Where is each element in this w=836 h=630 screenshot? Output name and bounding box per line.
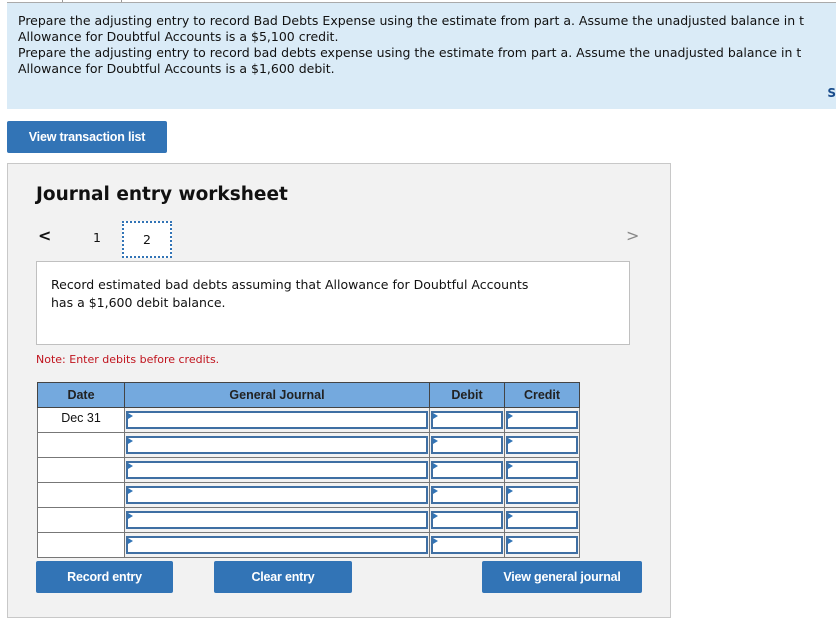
prompt-line: Allowance for Doubtful Accounts is a $5,…: [18, 29, 339, 44]
account-input[interactable]: [126, 536, 428, 554]
date-cell: [37, 482, 125, 508]
credit-input[interactable]: [506, 536, 578, 554]
debit-input[interactable]: [431, 486, 503, 504]
journal-entry-worksheet: Journal entry worksheet < 1 2 > Record e…: [7, 163, 671, 618]
table-row: [37, 457, 580, 483]
credit-input[interactable]: [506, 411, 578, 429]
description-line: Record estimated bad debts assuming that…: [51, 277, 529, 292]
step-tab-1[interactable]: 1: [93, 230, 101, 245]
chevron-right-icon[interactable]: >: [626, 226, 639, 245]
record-entry-button[interactable]: Record entry: [36, 561, 173, 593]
debit-cell: [429, 482, 505, 508]
debit-input[interactable]: [431, 461, 503, 479]
journal-table: Date General Journal Debit Credit Dec 31: [37, 382, 580, 558]
debit-cell: [429, 407, 505, 433]
account-cell: [124, 482, 430, 508]
credit-cell: [504, 532, 580, 558]
header-general-journal: General Journal: [124, 382, 430, 408]
credit-input[interactable]: [506, 461, 578, 479]
account-input[interactable]: [126, 411, 428, 429]
date-cell: [37, 507, 125, 533]
account-input[interactable]: [126, 436, 428, 454]
view-general-journal-button[interactable]: View general journal: [482, 561, 642, 593]
step-tab-2[interactable]: 2: [122, 221, 172, 258]
account-cell: [124, 532, 430, 558]
debit-cell: [429, 432, 505, 458]
table-row: [37, 432, 580, 458]
debit-input[interactable]: [431, 436, 503, 454]
debit-cell: [429, 532, 505, 558]
prompt-line: Allowance for Doubtful Accounts is a $1,…: [18, 61, 335, 76]
worksheet-title: Journal entry worksheet: [36, 184, 288, 205]
prompt-line: Prepare the adjusting entry to record Ba…: [18, 13, 805, 28]
header-credit: Credit: [504, 382, 580, 408]
credit-input[interactable]: [506, 511, 578, 529]
debit-cell: [429, 457, 505, 483]
header-date: Date: [37, 382, 125, 408]
debit-input[interactable]: [431, 511, 503, 529]
question-prompt: Prepare the adjusting entry to record Ba…: [7, 2, 836, 109]
debit-input[interactable]: [431, 536, 503, 554]
account-cell: [124, 432, 430, 458]
credit-cell: [504, 507, 580, 533]
credit-cell: [504, 432, 580, 458]
account-cell: [124, 507, 430, 533]
credit-cell: [504, 407, 580, 433]
credit-cell: [504, 482, 580, 508]
entry-description: Record estimated bad debts assuming that…: [36, 261, 630, 345]
entry-note: Note: Enter debits before credits.: [36, 353, 220, 366]
credit-input[interactable]: [506, 486, 578, 504]
debit-input[interactable]: [431, 411, 503, 429]
account-input[interactable]: [126, 511, 428, 529]
date-cell: Dec 31: [37, 407, 125, 433]
clipped-link[interactable]: S: [827, 86, 836, 100]
credit-cell: [504, 457, 580, 483]
table-row: [37, 532, 580, 558]
account-input[interactable]: [126, 486, 428, 504]
date-cell: [37, 457, 125, 483]
debit-cell: [429, 507, 505, 533]
step-tab-label: 2: [143, 232, 151, 247]
account-cell: [124, 457, 430, 483]
account-cell: [124, 407, 430, 433]
clear-entry-button[interactable]: Clear entry: [214, 561, 352, 593]
table-row: [37, 482, 580, 508]
view-transaction-list-button[interactable]: View transaction list: [7, 121, 167, 153]
table-header-row: Date General Journal Debit Credit: [37, 382, 580, 408]
chevron-left-icon[interactable]: <: [38, 226, 51, 245]
credit-input[interactable]: [506, 436, 578, 454]
prompt-line: Prepare the adjusting entry to record ba…: [18, 45, 802, 60]
header-debit: Debit: [429, 382, 505, 408]
table-row: Dec 31: [37, 407, 580, 433]
description-line: has a $1,600 debit balance.: [51, 295, 226, 310]
table-row: [37, 507, 580, 533]
date-cell: [37, 532, 125, 558]
date-cell: [37, 432, 125, 458]
account-input[interactable]: [126, 461, 428, 479]
